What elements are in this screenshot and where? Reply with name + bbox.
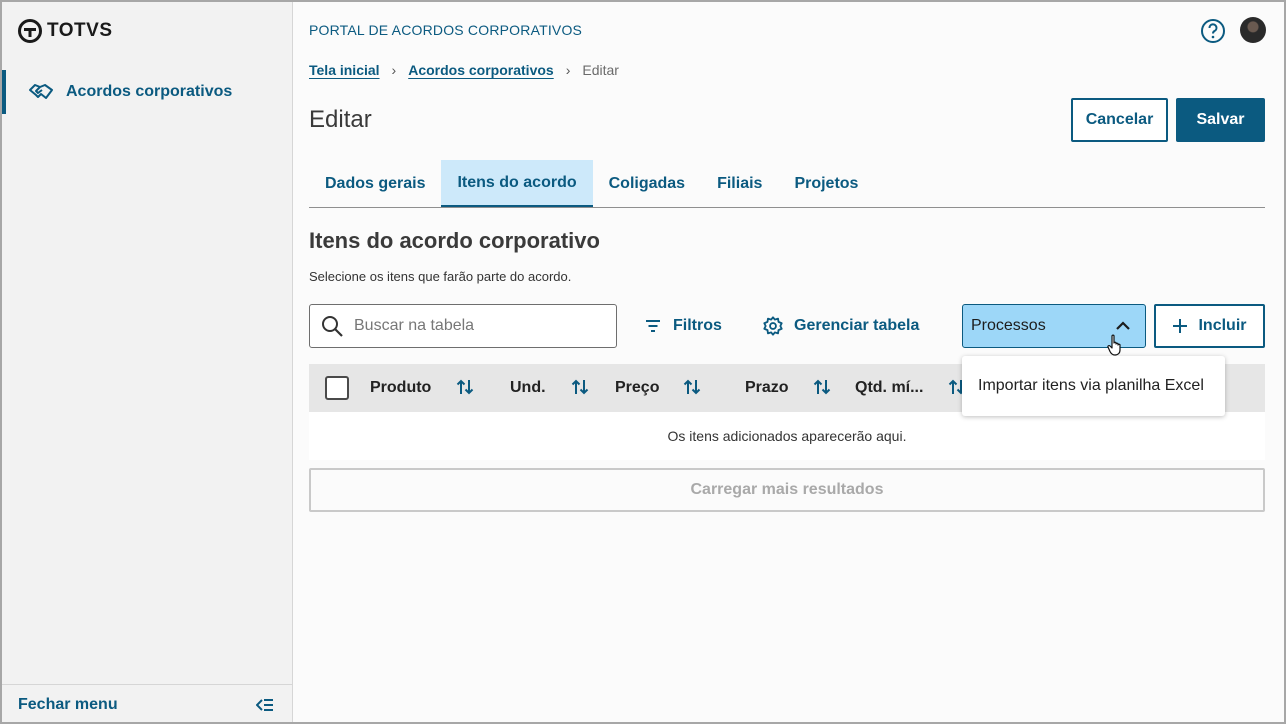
save-button[interactable]: Salvar: [1176, 98, 1265, 142]
processes-label: Processos: [971, 317, 1046, 334]
tab-itens-do-acordo[interactable]: Itens do acordo: [441, 160, 593, 207]
column-header-und[interactable]: Und.: [510, 364, 546, 412]
totvs-logo-icon: [18, 19, 42, 43]
plus-icon: [1173, 319, 1188, 333]
sidebar-item-label: Acordos corporativos: [66, 83, 233, 100]
breadcrumb-link-acordos[interactable]: Acordos corporativos: [408, 62, 553, 78]
chevron-right-icon: ›: [565, 62, 571, 78]
search-input[interactable]: [354, 317, 594, 335]
tab-bar: Dados gerais Itens do acordo Coligadas F…: [309, 160, 1265, 208]
column-header-prazo[interactable]: Prazo: [745, 364, 789, 412]
filter-icon: [646, 320, 660, 332]
sort-icon[interactable]: [813, 378, 831, 396]
user-avatar[interactable]: [1240, 17, 1266, 43]
processes-dropdown-menu: Importar itens via planilha Excel: [962, 356, 1225, 416]
sidebar: TOTVS Acordos corporativos Fechar menu: [0, 0, 293, 724]
sort-icon[interactable]: [683, 378, 701, 396]
chevron-right-icon: ›: [391, 62, 397, 78]
logo-text: TOTVS: [47, 20, 113, 41]
page-title: Editar: [309, 106, 372, 133]
cancel-button[interactable]: Cancelar: [1071, 98, 1168, 142]
sort-icon[interactable]: [456, 378, 474, 396]
select-all-checkbox[interactable]: [325, 376, 349, 400]
tab-filiais[interactable]: Filiais: [701, 160, 778, 207]
column-header-preco[interactable]: Preço: [615, 364, 659, 412]
portal-title: PORTAL DE ACORDOS CORPORATIVOS: [309, 22, 583, 38]
collapse-menu-icon: [256, 698, 273, 711]
include-label: Incluir: [1198, 317, 1247, 334]
filters-button[interactable]: Filtros: [643, 304, 722, 348]
handshake-icon: [29, 84, 53, 99]
tab-dados-gerais[interactable]: Dados gerais: [309, 160, 441, 207]
section-title: Itens do acordo corporativo: [309, 228, 600, 253]
close-menu-label: Fechar menu: [18, 695, 118, 713]
search-icon: [322, 316, 343, 337]
close-menu-button[interactable]: Fechar menu: [0, 684, 292, 724]
brand-logo: TOTVS: [18, 19, 113, 43]
manage-table-button[interactable]: Gerenciar tabela: [762, 304, 919, 348]
breadcrumb-current: Editar: [582, 62, 619, 78]
chevron-up-icon: [1116, 321, 1130, 330]
table-empty-message: Os itens adicionados aparecerão aqui.: [309, 412, 1265, 460]
tab-coligadas[interactable]: Coligadas: [593, 160, 701, 207]
breadcrumb: Tela inicial › Acordos corporativos › Ed…: [309, 62, 619, 78]
section-subtitle: Selecione os itens que farão parte do ac…: [309, 269, 572, 284]
menu-item-import-excel[interactable]: Importar itens via planilha Excel: [978, 377, 1204, 395]
sidebar-item-acordos-corporativos[interactable]: Acordos corporativos: [2, 70, 292, 114]
help-icon[interactable]: [1200, 18, 1226, 44]
filters-label: Filtros: [673, 317, 722, 334]
column-header-produto[interactable]: Produto: [370, 364, 431, 412]
load-more-button[interactable]: Carregar mais resultados: [309, 468, 1265, 512]
hand-cursor-icon: [1107, 334, 1121, 356]
breadcrumb-link-home[interactable]: Tela inicial: [309, 62, 380, 78]
column-header-qtd-minima[interactable]: Qtd. mí...: [855, 364, 923, 412]
sort-icon[interactable]: [571, 378, 589, 396]
include-button[interactable]: Incluir: [1154, 304, 1265, 348]
table-search: [309, 304, 617, 348]
tab-projetos[interactable]: Projetos: [778, 160, 874, 207]
manage-table-label: Gerenciar tabela: [794, 317, 920, 334]
gear-icon: [763, 316, 783, 336]
